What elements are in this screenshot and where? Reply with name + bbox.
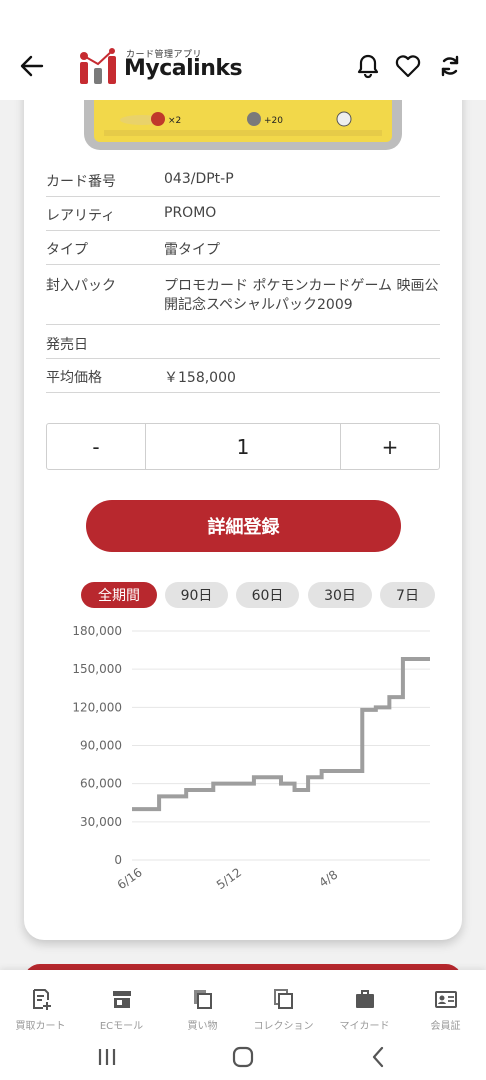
y-tick-label: 90,000: [80, 739, 122, 753]
detail-register-button[interactable]: 詳細登録: [86, 500, 401, 552]
card-image-art: ×2 +20: [94, 100, 392, 142]
card-info-table: カード番号 043/DPt-P レアリティ PROMO タイプ 雷タイプ 封入パ…: [46, 163, 440, 393]
sync-icon[interactable]: [436, 52, 464, 80]
nav-label: マイカード: [339, 1021, 390, 1032]
nav-item-shopping[interactable]: 買い物: [162, 970, 243, 1034]
period-tab-60d[interactable]: 60日: [236, 582, 299, 608]
y-tick-label: 60,000: [80, 777, 122, 791]
nav-label: 会員証: [430, 1021, 461, 1032]
y-tick-label: 180,000: [72, 624, 122, 638]
info-label: カード番号: [46, 174, 116, 190]
app-logo: カード管理アプリ Mycalinks: [78, 44, 248, 88]
info-row-pack: 封入パック プロモカード ポケモンカードゲーム 映画公開記念スペシャルパック20…: [46, 265, 440, 325]
recents-icon[interactable]: [92, 1042, 122, 1072]
x-tick-label: 5/12: [214, 865, 244, 892]
cards-icon: [194, 990, 212, 1009]
info-label: 封入パック: [46, 278, 116, 294]
period-tab-all[interactable]: 全期間: [81, 582, 157, 608]
info-label: レアリティ: [46, 208, 116, 224]
nav-item-member-card[interactable]: 会員証: [405, 970, 486, 1034]
arrow-left-icon[interactable]: [18, 52, 46, 80]
card-image[interactable]: ×2 +20: [84, 100, 402, 150]
info-value: 雷タイプ: [164, 242, 220, 258]
heart-icon[interactable]: [394, 52, 422, 80]
store-icon: [113, 991, 131, 1008]
mycalinks-logo-icon: [80, 48, 116, 84]
info-label: 平均価格: [46, 370, 102, 386]
increment-button[interactable]: +: [341, 424, 439, 469]
info-value: ￥158,000: [164, 370, 236, 386]
svg-text:+20: +20: [264, 116, 283, 126]
member-card-icon: [435, 991, 457, 1008]
system-navigation-bar: [0, 1034, 486, 1080]
card-attack-row-icon: ×2 +20: [104, 111, 382, 136]
add-note-icon: [33, 989, 51, 1010]
top-app-bar: カード管理アプリ Mycalinks: [0, 0, 486, 100]
nav-label: 買い物: [187, 1021, 218, 1032]
x-tick-label: 4/8: [316, 867, 340, 890]
info-row-type: タイプ 雷タイプ: [46, 231, 440, 265]
period-tab-7d[interactable]: 7日: [380, 582, 435, 608]
nav-item-collection[interactable]: コレクション: [243, 970, 324, 1034]
info-value: 043/DPt-P: [164, 171, 234, 187]
chart-series: [132, 656, 430, 812]
chart-x-axis: 6/16 5/12 4/8: [115, 865, 341, 892]
y-tick-label: 30,000: [80, 815, 122, 829]
info-row-rarity: レアリティ PROMO: [46, 197, 440, 231]
y-tick-label: 150,000: [72, 662, 122, 676]
bell-icon[interactable]: [354, 52, 382, 80]
info-label: 発売日: [46, 337, 88, 353]
nav-item-ec-mall[interactable]: ECモール: [81, 970, 162, 1034]
quantity-stepper: - 1 +: [46, 423, 440, 470]
y-tick-label: 120,000: [72, 700, 122, 714]
logo-wordmark: Mycalinks: [124, 56, 243, 81]
price-series-line: [132, 656, 430, 812]
quantity-value[interactable]: 1: [146, 424, 341, 469]
x-tick-label: 6/16: [115, 865, 145, 892]
price-history-chart: 180,000 150,000 120,000 90,000 60,000 30,000 0…: [72, 624, 430, 892]
back-chevron-icon[interactable]: [364, 1042, 394, 1072]
chart-gridlines: [132, 630, 430, 861]
info-value: [164, 334, 440, 358]
home-icon[interactable]: [228, 1042, 258, 1072]
nav-label: 買取カート: [15, 1021, 66, 1032]
briefcase-icon: [356, 990, 374, 1008]
nav-label: コレクション: [253, 1021, 314, 1032]
info-row-average-price: 平均価格 ￥158,000: [46, 359, 440, 393]
info-label: タイプ: [46, 242, 88, 258]
chart-y-axis: 180,000 150,000 120,000 90,000 60,000 30,000 0: [72, 624, 122, 867]
svg-text:×2: ×2: [168, 116, 181, 126]
info-row-release-date: 発売日: [46, 325, 440, 359]
nav-label: ECモール: [99, 1021, 144, 1032]
nav-item-my-cards[interactable]: マイカード: [324, 970, 405, 1034]
info-row-card-number: カード番号 043/DPt-P: [46, 163, 440, 197]
y-tick-label: 0: [114, 853, 122, 867]
bottom-navigation: 買取カート ECモール 買い物 コレクション マイカード 会員証: [0, 970, 486, 1034]
nav-item-purchase-cart[interactable]: 買取カート: [0, 970, 81, 1034]
info-value: PROMO: [164, 205, 217, 221]
decrement-button[interactable]: -: [47, 424, 146, 469]
info-value: プロモカード ポケモンカードゲーム 映画公開記念スペシャルパック2009: [164, 278, 439, 313]
collection-icon: [274, 989, 293, 1009]
period-tab-30d[interactable]: 30日: [308, 582, 372, 608]
period-tab-90d[interactable]: 90日: [165, 582, 228, 608]
